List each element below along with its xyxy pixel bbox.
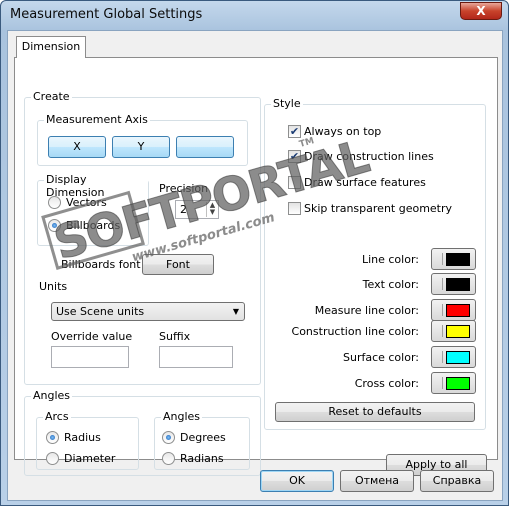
suffix-input[interactable] [159,346,233,368]
billboards-radio[interactable] [48,219,61,232]
measure-line-color-swatch [446,304,470,317]
angles-group-label: Angles [31,389,73,402]
construction-line-color-label: Construction line color: [291,325,419,338]
billboards-label: Billboards [66,219,121,232]
always-on-top-checkbox[interactable]: ✔ [288,125,301,138]
radians-label: Radians [180,452,224,465]
always-on-top-label: Always on top [304,125,382,138]
surface-color-label: Surface color: [342,351,419,364]
measure-line-color-button[interactable] [431,299,476,321]
arcs-group: Arcs Radius Diameter [36,410,139,470]
help-button[interactable]: Справка [420,470,494,492]
font-button[interactable]: Font [142,254,214,275]
vectors-label: Vectors [66,196,107,209]
radians-radio[interactable] [162,452,175,465]
suffix-label: Suffix [159,330,191,343]
axis-y-button[interactable]: Y [112,136,170,158]
diameter-radio[interactable] [46,452,59,465]
measurement-axis-label: Measurement Axis [44,113,150,126]
dialog-client: Dimension Create Measurement Axis X Y Di… [7,30,503,501]
override-value-label: Override value [51,330,133,343]
line-color-button[interactable] [431,248,476,270]
precision-value: 2 [180,203,187,216]
measurement-axis-group: Measurement Axis X Y [37,113,248,166]
construction-line-color-button[interactable] [431,320,476,342]
cancel-button[interactable]: Отмена [340,470,414,492]
title-bar[interactable]: Measurement Global Settings X [1,1,508,29]
units-select[interactable]: Use Scene units ▼ [51,302,245,321]
precision-stepper[interactable]: 2 ▲ ▼ [175,200,219,219]
draw-surface-features-checkbox[interactable] [288,176,301,189]
create-group-label: Create [31,90,72,103]
draw-construction-lines-checkbox[interactable]: ✔ [288,150,301,163]
degrees-radio[interactable] [162,431,175,444]
radius-radio[interactable] [46,431,59,444]
angle-units-group-label: Angles [161,410,203,423]
ok-button[interactable]: OK [260,470,334,492]
billboards-font-label: Billboards font [61,258,141,271]
tab-dimension[interactable]: Dimension [16,36,86,58]
text-color-label: Text color: [362,278,419,291]
style-group-label: Style [271,97,303,110]
radius-label: Radius [64,431,101,444]
create-group: Create Measurement Axis X Y Display Dime… [24,90,261,385]
display-dimension-group: Display Dimension Vectors Billboards [37,173,149,246]
vectors-radio[interactable] [48,196,61,209]
units-label: Units [39,280,68,293]
chevron-down-icon: ▼ [232,307,239,316]
angle-units-group: Angles Degrees Radians [154,410,250,470]
degrees-label: Degrees [180,431,226,444]
precision-label: Precision [159,182,209,195]
reset-to-defaults-button[interactable]: Reset to defaults [275,402,475,422]
cross-color-swatch [446,377,470,390]
draw-surface-features-label: Draw surface features [304,176,426,189]
close-button[interactable]: X [460,2,502,20]
spin-arrows-icon[interactable]: ▲ ▼ [206,202,218,217]
draw-construction-lines-label: Draw construction lines [304,150,434,163]
diameter-label: Diameter [64,452,116,465]
surface-color-button[interactable] [431,346,476,368]
construction-line-color-swatch [446,325,470,338]
tab-page-dimension: Create Measurement Axis X Y Display Dime… [14,57,498,476]
cross-color-button[interactable] [431,372,476,394]
cross-color-label: Cross color: [354,377,419,390]
skip-transparent-geometry-label: Skip transparent geometry [304,202,453,215]
text-color-swatch [446,278,470,291]
window-title: Measurement Global Settings [10,7,203,22]
text-color-button[interactable] [431,273,476,295]
skip-transparent-geometry-checkbox[interactable] [288,202,301,215]
axis-x-button[interactable]: X [48,136,106,158]
angles-group: Angles Arcs Radius Diameter Angles Degre… [24,389,261,476]
measure-line-color-label: Measure line color: [314,304,419,317]
dialog-window: Measurement Global Settings X Dimension … [0,0,509,506]
arcs-group-label: Arcs [43,410,71,423]
surface-color-swatch [446,351,470,364]
axis-z-button[interactable] [176,136,234,158]
units-selected-value: Use Scene units [56,305,145,318]
line-color-label: Line color: [361,253,419,266]
style-group: Style ✔ Always on top ✔ Draw constructio… [264,97,486,430]
override-value-input[interactable] [51,346,129,368]
line-color-swatch [446,253,470,266]
